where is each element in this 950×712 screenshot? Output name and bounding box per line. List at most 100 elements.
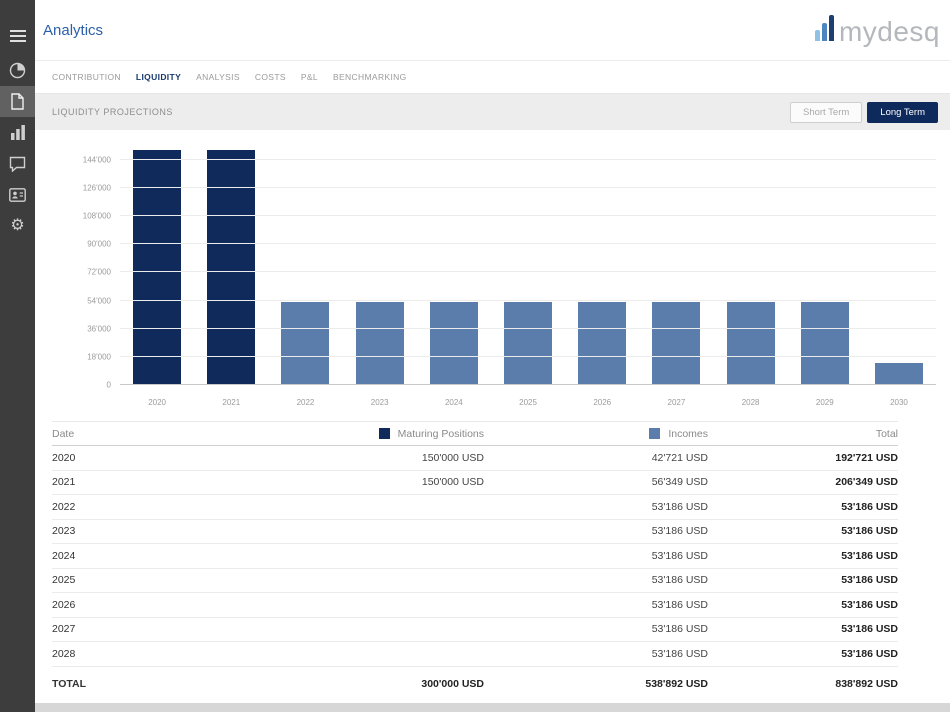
x-axis-labels: 2020 2021 2022 2023 2024 2025 2026 2027 2028 2029… bbox=[120, 398, 936, 407]
incomes-cell: 56'349 USD bbox=[651, 476, 708, 489]
bar-2023 bbox=[355, 301, 404, 385]
bar-2021 bbox=[207, 150, 256, 385]
tab-contribution[interactable]: CONTRIBUTION bbox=[52, 72, 121, 82]
maturing-positions-legend-swatch bbox=[378, 427, 390, 439]
term-toggle-group: Short Term Long Term bbox=[789, 101, 938, 123]
liquidity-projections-chart: 0 18'000 36'000 54'000 72'000 90'000 108'000 12… bbox=[35, 130, 950, 417]
gridline bbox=[120, 158, 936, 160]
x-tick-label: 2020 bbox=[148, 398, 166, 407]
tab-bar: CONTRIBUTION LIQUIDITY ANALYSIS COSTS P&L BEN… bbox=[35, 60, 950, 94]
y-tick-label: 144'000 bbox=[82, 155, 111, 165]
table-row-2024: 2024 53'186 USD 53'186 USD bbox=[52, 544, 898, 569]
bar-slot bbox=[417, 144, 491, 385]
bar-chart-icon[interactable] bbox=[0, 117, 35, 148]
x-tick-label: 2030 bbox=[890, 398, 908, 407]
bar-slot bbox=[268, 144, 342, 385]
incomes-legend-label: Incomes bbox=[668, 427, 708, 440]
bar-slot bbox=[491, 144, 565, 385]
table-header: Date Maturing Positions Incomes Total bbox=[52, 421, 898, 446]
y-tick-label: 126'000 bbox=[82, 183, 111, 193]
bar-2022 bbox=[281, 301, 330, 385]
date-cell: 2021 bbox=[52, 476, 76, 489]
menu-icon[interactable] bbox=[0, 20, 35, 51]
total-cell: 53'186 USD bbox=[841, 500, 898, 513]
bar-2029 bbox=[800, 301, 849, 385]
tab-liquidity[interactable]: LIQUIDITY bbox=[136, 72, 181, 82]
x-tick-label: 2028 bbox=[741, 398, 760, 407]
total-cell: 53'186 USD bbox=[841, 574, 898, 587]
incomes-cell: 53'186 USD bbox=[651, 574, 708, 587]
bar-slot bbox=[714, 144, 788, 385]
bar-slot bbox=[639, 144, 713, 385]
date-cell: 2024 bbox=[52, 549, 76, 562]
table-row-2020: 2020 150'000 USD 42'721 USD 192'721 USD bbox=[52, 446, 898, 471]
y-tick-label: 90'000 bbox=[87, 239, 111, 249]
table-total-row: TOTAL 300'000 USD 538'892 USD 838'892 US… bbox=[52, 667, 898, 701]
incomes-legend-swatch bbox=[649, 427, 661, 439]
bar-2024 bbox=[429, 301, 478, 385]
tab-costs[interactable]: COSTS bbox=[255, 72, 286, 82]
gridline bbox=[120, 215, 936, 216]
long-term-button[interactable]: Long Term bbox=[867, 101, 938, 123]
sidebar: ⚙ bbox=[0, 0, 35, 712]
total-cell: 206'349 USD bbox=[835, 476, 898, 489]
maturing-positions-legend-label: Maturing Positions bbox=[397, 427, 484, 440]
maturing-cell: 150'000 USD bbox=[421, 476, 484, 489]
bar-slot bbox=[862, 144, 936, 385]
date-cell: 2026 bbox=[52, 598, 76, 611]
documents-icon[interactable] bbox=[0, 86, 35, 117]
chart-bars bbox=[120, 144, 936, 385]
section-bar: LIQUIDITY PROJECTIONS Short Term Long Te… bbox=[35, 94, 950, 130]
total-cell: 192'721 USD bbox=[835, 451, 898, 464]
brand-name: mydesq bbox=[838, 15, 940, 47]
x-tick-label: 2027 bbox=[667, 398, 686, 407]
chat-icon[interactable] bbox=[0, 148, 35, 179]
settings-icon[interactable]: ⚙ bbox=[0, 210, 35, 241]
x-tick-label: 2022 bbox=[296, 398, 315, 407]
tab-analysis[interactable]: ANALYSIS bbox=[196, 72, 240, 82]
y-tick-label: 108'000 bbox=[82, 211, 111, 221]
y-tick-label: 54'000 bbox=[87, 296, 111, 305]
date-cell: 2022 bbox=[52, 500, 76, 513]
tab-benchmarking[interactable]: BENCHMARKING bbox=[333, 72, 407, 82]
bar-2030 bbox=[874, 362, 923, 385]
table-row-2028: 2028 53'186 USD 53'186 USD bbox=[52, 642, 898, 667]
gridline bbox=[120, 271, 936, 273]
gear-icon: ⚙ bbox=[10, 216, 25, 234]
total-cell: 53'186 USD bbox=[841, 525, 898, 538]
table-body: 2020 150'000 USD 42'721 USD 192'721 USD 2021… bbox=[52, 446, 898, 667]
contacts-icon[interactable] bbox=[0, 179, 35, 210]
date-cell: 2020 bbox=[52, 451, 76, 464]
date-cell: 2028 bbox=[52, 647, 76, 660]
total-total-cell: 838'892 USD bbox=[835, 677, 898, 690]
total-row-label: TOTAL bbox=[52, 677, 87, 690]
total-cell: 53'186 USD bbox=[841, 647, 898, 660]
total-cell: 53'186 USD bbox=[841, 598, 898, 611]
table-row-2022: 2022 53'186 USD 53'186 USD bbox=[52, 495, 898, 520]
tab-p-l[interactable]: P&L bbox=[301, 72, 318, 82]
pie-chart-icon[interactable] bbox=[0, 55, 35, 86]
column-header-maturing-positions: Maturing Positions bbox=[222, 427, 484, 440]
short-term-button[interactable]: Short Term bbox=[789, 101, 863, 123]
gridline bbox=[120, 243, 936, 245]
total-maturing-cell: 300'000 USD bbox=[421, 677, 484, 690]
app-window: ⚙ Analytics mydesq CONTRIBUTION LIQUIDITY… bbox=[0, 0, 950, 712]
maturing-cell: 150'000 USD bbox=[421, 451, 484, 464]
total-cell: 53'186 USD bbox=[841, 623, 898, 636]
incomes-cell: 53'186 USD bbox=[651, 623, 708, 636]
incomes-cell: 53'186 USD bbox=[651, 598, 708, 611]
bar-slot bbox=[565, 144, 639, 385]
bar-2025 bbox=[504, 301, 553, 385]
main-content: Analytics mydesq CONTRIBUTION LIQUIDITY AN… bbox=[35, 0, 950, 712]
bar-slot bbox=[194, 144, 268, 385]
x-tick-label: 2021 bbox=[222, 398, 241, 407]
y-tick-label: 18'000 bbox=[87, 352, 111, 362]
incomes-cell: 42'721 USD bbox=[651, 451, 708, 464]
brand-logo-icon bbox=[814, 14, 834, 46]
incomes-cell: 53'186 USD bbox=[651, 647, 708, 660]
table-row-2027: 2027 53'186 USD 53'186 USD bbox=[52, 618, 898, 642]
gridline bbox=[120, 327, 936, 329]
liquidity-table: Date Maturing Positions Incomes Total 20… bbox=[42, 421, 938, 701]
x-tick-label: 2025 bbox=[519, 398, 537, 407]
column-header-total: Total bbox=[875, 427, 898, 440]
